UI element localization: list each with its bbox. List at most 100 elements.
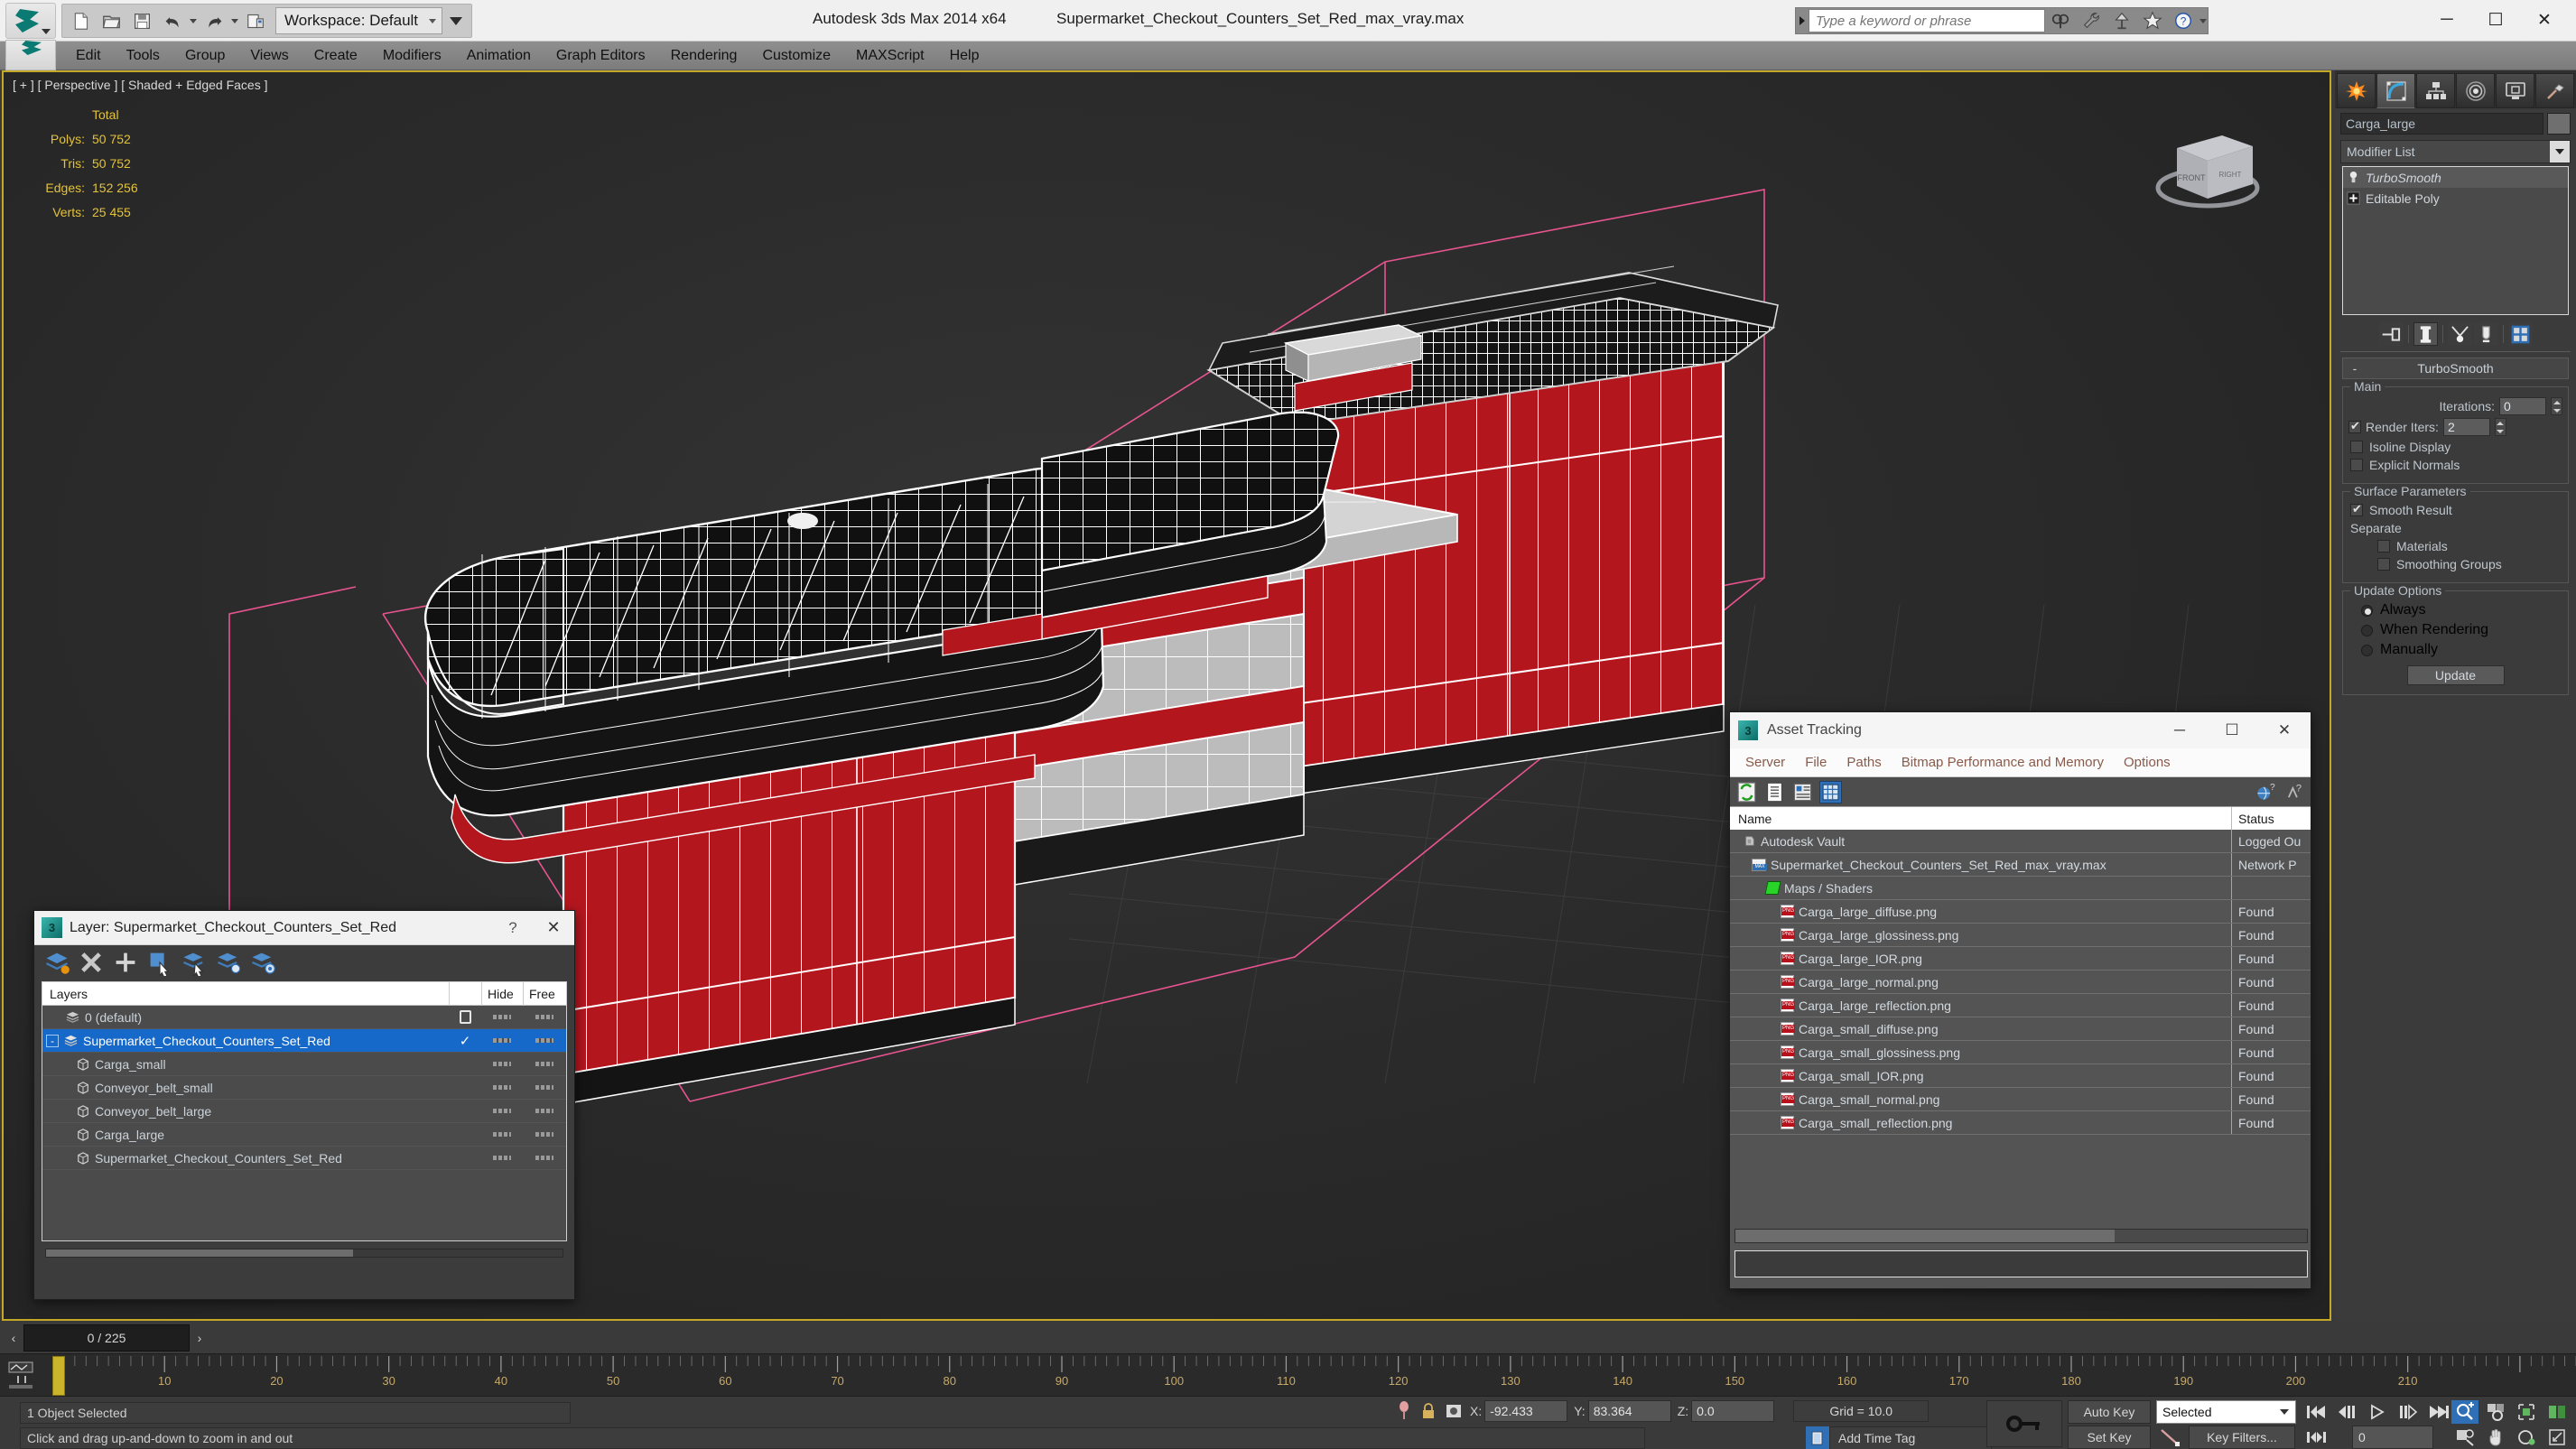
highlight-selected-objects-icon[interactable] [215, 950, 242, 975]
menu-item-animation[interactable]: Animation [454, 48, 544, 64]
asset-row-autodesk-vault[interactable]: Autodesk Vault Logged Ou [1730, 830, 2311, 853]
modifier-list-dropdown[interactable]: Modifier List [2340, 140, 2571, 163]
asset-menu-bitmap-performance[interactable]: Bitmap Performance and Memory [1892, 755, 2114, 770]
key-mode-dropdown[interactable]: Selected [2156, 1400, 2296, 1424]
x-coordinate[interactable]: X: -92.433 [1470, 1400, 1567, 1422]
layer-horizontal-scrollbar[interactable] [45, 1249, 563, 1258]
asset-menu-options[interactable]: Options [2114, 755, 2181, 770]
hide-toggle[interactable] [493, 1132, 511, 1137]
close-button[interactable]: ✕ [2520, 4, 2569, 36]
zoom-icon[interactable] [2451, 1400, 2478, 1424]
current-frame-field[interactable]: 0 / 225 [23, 1324, 190, 1351]
layer-row-supermarket-set[interactable]: - Supermarket_Checkout_Counters_Set_Red … [42, 1029, 566, 1053]
set-key-button[interactable]: Set Key [2068, 1426, 2151, 1449]
display-tab[interactable] [2496, 73, 2534, 108]
set-project-folder-icon[interactable] [241, 6, 270, 35]
update-option-manually[interactable]: Manually [2361, 642, 2562, 658]
smooth-result-checkbox[interactable] [2350, 504, 2363, 516]
iterations-spinner[interactable] [2551, 397, 2562, 415]
smoothing-groups-checkbox[interactable] [2377, 558, 2390, 571]
list-view-icon[interactable] [1763, 781, 1786, 803]
freeze-toggle[interactable] [535, 1038, 553, 1043]
hide-toggle[interactable] [493, 1156, 511, 1160]
layer-active-toggle[interactable] [460, 1010, 471, 1024]
default-tangent-icon[interactable] [2156, 1426, 2183, 1449]
hierarchy-tab[interactable] [2416, 73, 2455, 108]
freeze-toggle[interactable] [535, 1156, 553, 1160]
render-iters-input[interactable]: 2 [2443, 418, 2490, 436]
menu-item-create[interactable]: Create [302, 48, 370, 64]
search-expand-icon[interactable] [1796, 8, 1809, 33]
orbit-icon[interactable] [2513, 1426, 2540, 1449]
freeze-toggle[interactable] [535, 1015, 553, 1019]
layer-row-conveyor-belt-small[interactable]: Conveyor_belt_small [42, 1076, 566, 1100]
search-input[interactable] [1809, 9, 2045, 33]
asset-row-maps-shaders[interactable]: Maps / Shaders [1730, 877, 2311, 900]
layer-row-supermarket-object[interactable]: Supermarket_Checkout_Counters_Set_Red [42, 1147, 566, 1170]
asset-row-carga-large-reflection[interactable]: Carga_large_reflection.png Found [1730, 994, 2311, 1017]
redo-dropdown-arrow[interactable] [230, 6, 239, 35]
menu-item-tools[interactable]: Tools [114, 48, 172, 64]
asset-menu-file[interactable]: File [1795, 755, 1837, 770]
materials-checkbox[interactable] [2377, 540, 2390, 553]
menu-item-graph-editors[interactable]: Graph Editors [544, 48, 658, 64]
light-bulb-icon[interactable] [2347, 171, 2360, 184]
asset-tracking-dialog[interactable]: 3 Asset Tracking ─ ☐ ✕ Server File Paths… [1729, 711, 2311, 1289]
key-mode-toggle[interactable] [1986, 1400, 2062, 1447]
explicit-normals-checkbox[interactable] [2350, 459, 2363, 471]
track-bar[interactable]: 1020304050607080901001101201301401501601… [0, 1353, 2576, 1397]
hide-toggle[interactable] [493, 1038, 511, 1043]
hide-toggle[interactable] [493, 1062, 511, 1066]
asset-row-carga-small-ior[interactable]: Carga_small_IOR.png Found [1730, 1064, 2311, 1088]
modifier-stack-item-editable-poly[interactable]: Editable Poly [2343, 188, 2568, 209]
key-filters-button[interactable]: Key Filters... [2189, 1426, 2295, 1449]
motion-tab[interactable] [2456, 73, 2495, 108]
asset-menu-paths[interactable]: Paths [1837, 755, 1891, 770]
configure-modifier-sets-icon[interactable] [2508, 322, 2533, 346]
open-file-icon[interactable] [97, 6, 126, 35]
select-highlighted-layers-icon[interactable] [181, 950, 208, 975]
select-objects-in-layer-icon[interactable] [146, 950, 173, 975]
grid-view-icon[interactable] [1819, 781, 1842, 803]
asset-row-carga-large-glossiness[interactable]: Carga_large_glossiness.png Found [1730, 924, 2311, 947]
add-time-tag-label[interactable]: Add Time Tag [1829, 1426, 1992, 1449]
hide-toggle[interactable] [493, 1085, 511, 1090]
maximize-viewport-icon[interactable] [2543, 1426, 2571, 1449]
application-button[interactable] [5, 3, 56, 39]
x-value[interactable]: -92.433 [1484, 1400, 1567, 1422]
y-coordinate[interactable]: Y: 83.364 [1574, 1400, 1670, 1422]
previous-frame-button[interactable]: ‹ [4, 1324, 23, 1351]
delete-layer-icon[interactable] [78, 950, 105, 975]
expand-collapse-icon[interactable]: - [46, 1035, 59, 1047]
layer-close-button[interactable]: ✕ [533, 918, 574, 937]
subscription-icon[interactable] [2106, 8, 2137, 33]
zoom-extents-all-icon[interactable] [2543, 1400, 2571, 1424]
freeze-toggle[interactable] [535, 1109, 553, 1113]
zoom-extents-icon[interactable] [2513, 1400, 2540, 1424]
modify-tab[interactable] [2376, 73, 2415, 108]
asset-horizontal-scrollbar[interactable] [1734, 1229, 2308, 1243]
layer-active-check-icon[interactable]: ✓ [460, 1033, 471, 1049]
zoom-all-icon[interactable] [2482, 1400, 2509, 1424]
render-iters-spinner[interactable] [2495, 418, 2506, 436]
freeze-toggle[interactable] [535, 1062, 553, 1066]
time-tag-icon[interactable] [1806, 1426, 1829, 1449]
when-rendering-radio[interactable] [2361, 625, 2373, 636]
asset-minimize-button[interactable]: ─ [2153, 712, 2206, 748]
help-dropdown-arrow[interactable] [2199, 6, 2208, 35]
plus-box-icon[interactable] [2347, 191, 2360, 205]
freeze-toggle[interactable] [535, 1132, 553, 1137]
redo-icon[interactable] [200, 6, 228, 35]
layer-properties-icon[interactable] [249, 950, 276, 975]
layer-row-carga-large[interactable]: Carga_large [42, 1123, 566, 1147]
hide-toggle[interactable] [493, 1015, 511, 1019]
menu-item-maxscript[interactable]: MAXScript [843, 48, 937, 64]
favorites-star-icon[interactable] [2137, 8, 2168, 33]
next-frame-icon[interactable] [2395, 1400, 2422, 1424]
selection-lock-pin-icon[interactable] [1395, 1400, 1413, 1422]
add-layer-icon[interactable] [112, 950, 139, 975]
object-color-swatch[interactable] [2547, 113, 2571, 135]
help-globe-icon[interactable]: ? [2255, 781, 2277, 803]
add-time-tag-area[interactable]: Add Time Tag [1806, 1426, 1992, 1449]
show-end-result-icon[interactable] [2413, 322, 2438, 346]
